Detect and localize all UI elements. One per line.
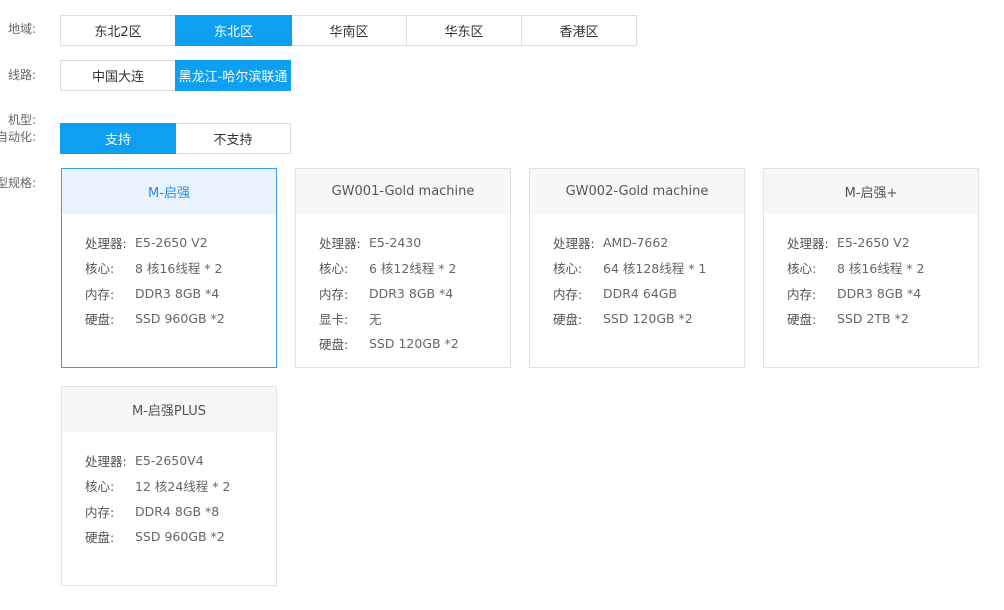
spec-card-m-qiqiang-plus[interactable]: M-启强PLUS 处理器: E5-2650V4 核心: 12 核24线程 * 2 内…	[61, 386, 277, 586]
spec-row-cores: 核心: 12 核24线程 * 2	[85, 473, 276, 498]
card-title: M-启强PLUS	[62, 387, 276, 432]
line-label: 线路:	[8, 68, 37, 82]
spec-row-cpu: 处理器: E5-2650 V2	[85, 230, 276, 255]
card-specs: 处理器: E5-2650V4 核心: 12 核24线程 * 2 内存: DDR4 8G…	[62, 432, 276, 549]
machine-label: 机型:	[8, 113, 37, 127]
spec-row-memory: 内存: DDR3 8GB *4	[319, 281, 510, 306]
card-title: GW001-Gold machine	[296, 169, 510, 214]
spec-key: 处理器:	[319, 236, 361, 252]
spec-key: 处理器:	[553, 236, 595, 252]
card-specs: 处理器: E5-2430 核心: 6 核12线程 * 2 内存: DDR3 8GB *…	[296, 214, 510, 356]
spec-card-gw002[interactable]: GW002-Gold machine 处理器: AMD-7662 核心: 64 核1…	[529, 168, 745, 368]
spec-card-gw001[interactable]: GW001-Gold machine 处理器: E5-2430 核心: 6 核12线…	[295, 168, 511, 368]
spec-value: 64 核128线程 * 1	[603, 261, 707, 277]
region-option-dongbei2[interactable]: 东北2区	[60, 15, 176, 46]
spec-row-cores: 核心: 8 核16线程 * 2	[85, 255, 276, 280]
card-title: M-启强+	[764, 169, 978, 214]
spec-card-m-qiqiang-plus-sign[interactable]: M-启强+ 处理器: E5-2650 V2 核心: 8 核16线程 * 2 内存: D…	[763, 168, 979, 368]
line-selector: 中国大连 黑龙江-哈尔滨联通	[60, 60, 291, 91]
spec-key: 内存:	[85, 286, 115, 302]
region-option-huadong[interactable]: 华东区	[406, 15, 522, 46]
spec-key: 硬盘:	[85, 530, 115, 546]
spec-key: 显卡:	[319, 312, 349, 328]
card-title: GW002-Gold machine	[530, 169, 744, 214]
spec-value: SSD 120GB *2	[369, 336, 459, 352]
spec-key: 核心:	[85, 479, 115, 495]
spec-row-disk: 硬盘: SSD 960GB *2	[85, 306, 276, 331]
spec-key: 处理器:	[85, 236, 127, 252]
spec-row-memory: 内存: DDR4 64GB	[553, 281, 744, 306]
spec-label: 型规格:	[0, 176, 37, 190]
spec-value: SSD 2TB *2	[837, 311, 909, 327]
spec-key: 硬盘:	[553, 312, 583, 328]
spec-value: E5-2650 V2	[135, 235, 208, 251]
spec-value: SSD 120GB *2	[603, 311, 693, 327]
spec-key: 硬盘:	[85, 312, 115, 328]
spec-row-disk: 硬盘: SSD 120GB *2	[553, 306, 744, 331]
spec-row-disk: 硬盘: SSD 120GB *2	[319, 331, 510, 356]
automation-selector: 支持 不支持	[60, 123, 291, 154]
automation-label: 自动化:	[0, 130, 37, 144]
spec-value: DDR3 8GB *4	[837, 285, 922, 301]
region-option-huanan[interactable]: 华南区	[291, 15, 407, 46]
automation-option-unsupported[interactable]: 不支持	[175, 123, 291, 154]
spec-value: E5-2650V4	[135, 453, 204, 469]
region-option-dongbei[interactable]: 东北区	[175, 15, 292, 46]
card-specs: 处理器: AMD-7662 核心: 64 核128线程 * 1 内存: DDR4 64…	[530, 214, 744, 331]
spec-value: DDR4 64GB	[603, 285, 678, 301]
line-option-dalian[interactable]: 中国大连	[60, 60, 176, 91]
spec-row-cores: 核心: 6 核12线程 * 2	[319, 255, 510, 280]
spec-value: SSD 960GB *2	[135, 311, 225, 327]
spec-key: 硬盘:	[319, 337, 349, 353]
spec-row-cpu: 处理器: E5-2650V4	[85, 448, 276, 473]
spec-value: DDR4 8GB *8	[135, 503, 220, 519]
spec-row-memory: 内存: DDR4 8GB *8	[85, 499, 276, 524]
spec-key: 内存:	[553, 286, 583, 302]
spec-row-memory: 内存: DDR3 8GB *4	[85, 281, 276, 306]
spec-value: E5-2650 V2	[837, 235, 910, 251]
spec-row-cpu: 处理器: AMD-7662	[553, 230, 744, 255]
spec-value: 无	[369, 312, 382, 328]
spec-row-gpu: 显卡: 无	[319, 306, 510, 331]
spec-key: 内存:	[85, 504, 115, 520]
spec-key: 核心:	[787, 261, 817, 277]
region-label: 地域:	[8, 22, 37, 36]
region-selector: 东北2区 东北区 华南区 华东区 香港区	[60, 15, 637, 46]
spec-value: 6 核12线程 * 2	[369, 261, 457, 277]
card-specs: 处理器: E5-2650 V2 核心: 8 核16线程 * 2 内存: DDR3 8G…	[62, 214, 276, 331]
spec-value: 12 核24线程 * 2	[135, 479, 231, 495]
spec-value: DDR3 8GB *4	[135, 285, 220, 301]
spec-row-cpu: 处理器: E5-2430	[319, 230, 510, 255]
spec-key: 核心:	[319, 261, 349, 277]
spec-value: AMD-7662	[603, 235, 669, 251]
spec-row-disk: 硬盘: SSD 960GB *2	[85, 524, 276, 549]
spec-card-m-qiqiang[interactable]: M-启强 处理器: E5-2650 V2 核心: 8 核16线程 * 2 内存: DD…	[61, 168, 277, 368]
spec-value: 8 核16线程 * 2	[837, 261, 925, 277]
spec-key: 处理器:	[787, 236, 829, 252]
region-option-hongkong[interactable]: 香港区	[521, 15, 637, 46]
card-title: M-启强	[62, 169, 276, 214]
spec-value: SSD 960GB *2	[135, 529, 225, 545]
spec-value: DDR3 8GB *4	[369, 285, 454, 301]
automation-option-support[interactable]: 支持	[60, 123, 176, 154]
card-specs: 处理器: E5-2650 V2 核心: 8 核16线程 * 2 内存: DDR3 8G…	[764, 214, 978, 331]
spec-value: 8 核16线程 * 2	[135, 261, 223, 277]
spec-row-cores: 核心: 8 核16线程 * 2	[787, 255, 978, 280]
spec-row-cores: 核心: 64 核128线程 * 1	[553, 255, 744, 280]
spec-row-cpu: 处理器: E5-2650 V2	[787, 230, 978, 255]
spec-key: 内存:	[319, 286, 349, 302]
spec-value: E5-2430	[369, 235, 422, 251]
spec-key: 内存:	[787, 286, 817, 302]
spec-row-disk: 硬盘: SSD 2TB *2	[787, 306, 978, 331]
spec-key: 硬盘:	[787, 312, 817, 328]
spec-row-memory: 内存: DDR3 8GB *4	[787, 281, 978, 306]
spec-key: 核心:	[85, 261, 115, 277]
spec-key: 核心:	[553, 261, 583, 277]
spec-key: 处理器:	[85, 454, 127, 470]
line-option-harbin-unicom[interactable]: 黑龙江-哈尔滨联通	[175, 60, 291, 91]
